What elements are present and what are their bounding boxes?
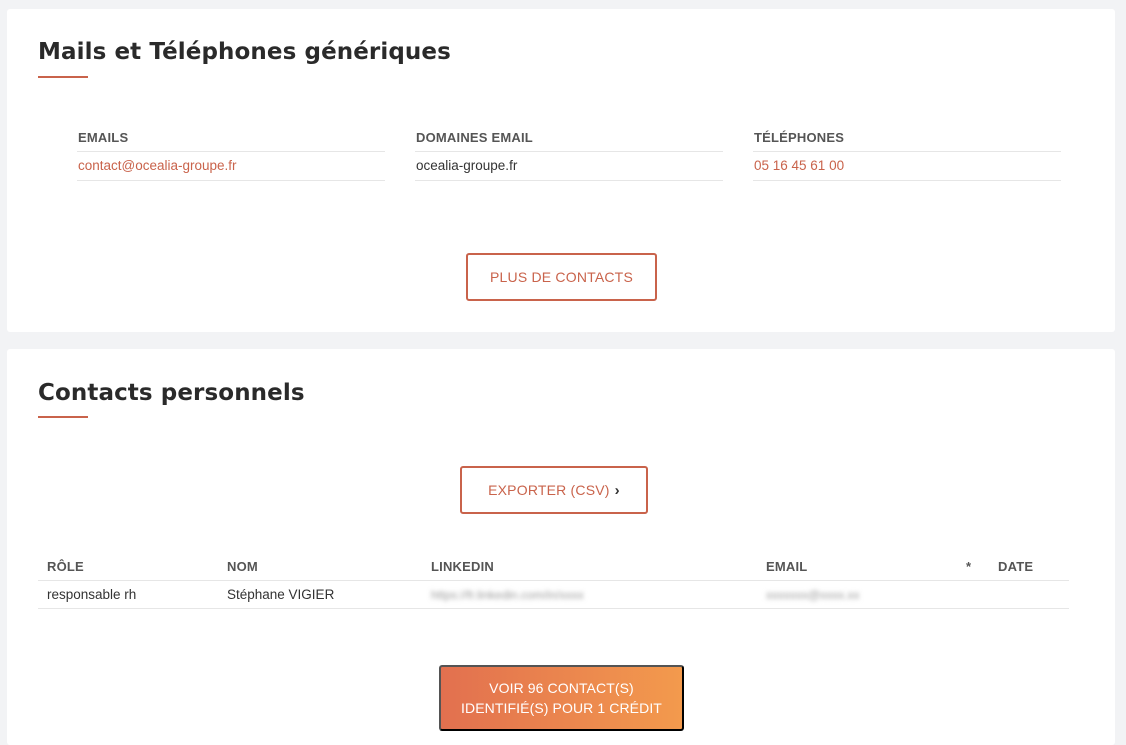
cta-line-1: VOIR 96 CONTACT(S) xyxy=(489,680,634,696)
phone-link[interactable]: 05 16 45 61 00 xyxy=(753,152,1061,181)
header-linkedin: LINKEDIN xyxy=(431,559,494,574)
email-link[interactable]: contact@ocealia-groupe.fr xyxy=(77,152,385,181)
phones-column: TÉLÉPHONES 05 16 45 61 00 xyxy=(753,130,1061,181)
generic-contacts-card: Mails et Téléphones génériques EMAILS co… xyxy=(7,9,1115,332)
more-contacts-button[interactable]: PLUS DE CONTACTS xyxy=(466,253,657,301)
chevron-right-icon: › xyxy=(614,481,620,499)
generic-section-title: Mails et Téléphones génériques xyxy=(38,39,451,65)
header-name: NOM xyxy=(227,559,258,574)
header-role: RÔLE xyxy=(47,559,84,574)
title-underline xyxy=(38,76,88,78)
cell-name: Stéphane VIGIER xyxy=(227,587,335,602)
contacts-table: RÔLE NOM LINKEDIN EMAIL * DATE responsab… xyxy=(38,553,1069,609)
domain-value: ocealia-groupe.fr xyxy=(415,152,723,181)
personal-contacts-card: Contacts personnels EXPORTER (CSV) › RÔL… xyxy=(7,349,1115,745)
cta-line-2: IDENTIFIÉ(S) POUR 1 CRÉDIT xyxy=(461,700,662,716)
cell-email-blurred: xxxxxxx@xxxx.xx xyxy=(766,587,860,602)
phones-header: TÉLÉPHONES xyxy=(753,130,1061,152)
table-header-row: RÔLE NOM LINKEDIN EMAIL * DATE xyxy=(38,553,1069,581)
table-row: responsable rh Stéphane VIGIER https://f… xyxy=(38,581,1069,609)
cell-linkedin-blurred: https://fr.linkedin.com/in/xxxx xyxy=(431,587,584,602)
personal-section-title: Contacts personnels xyxy=(38,380,305,406)
export-csv-label: EXPORTER (CSV) xyxy=(488,482,610,498)
header-date: DATE xyxy=(998,559,1034,574)
export-csv-button[interactable]: EXPORTER (CSV) › xyxy=(460,466,648,514)
header-email: EMAIL xyxy=(766,559,808,574)
header-star: * xyxy=(966,559,972,574)
emails-header: EMAILS xyxy=(77,130,385,152)
cell-role: responsable rh xyxy=(47,587,137,602)
view-contacts-credit-button[interactable]: VOIR 96 CONTACT(S) IDENTIFIÉ(S) POUR 1 C… xyxy=(439,665,684,731)
emails-column: EMAILS contact@ocealia-groupe.fr xyxy=(77,130,385,181)
domains-header: DOMAINES EMAIL xyxy=(415,130,723,152)
domains-column: DOMAINES EMAIL ocealia-groupe.fr xyxy=(415,130,723,181)
title-underline xyxy=(38,416,88,418)
